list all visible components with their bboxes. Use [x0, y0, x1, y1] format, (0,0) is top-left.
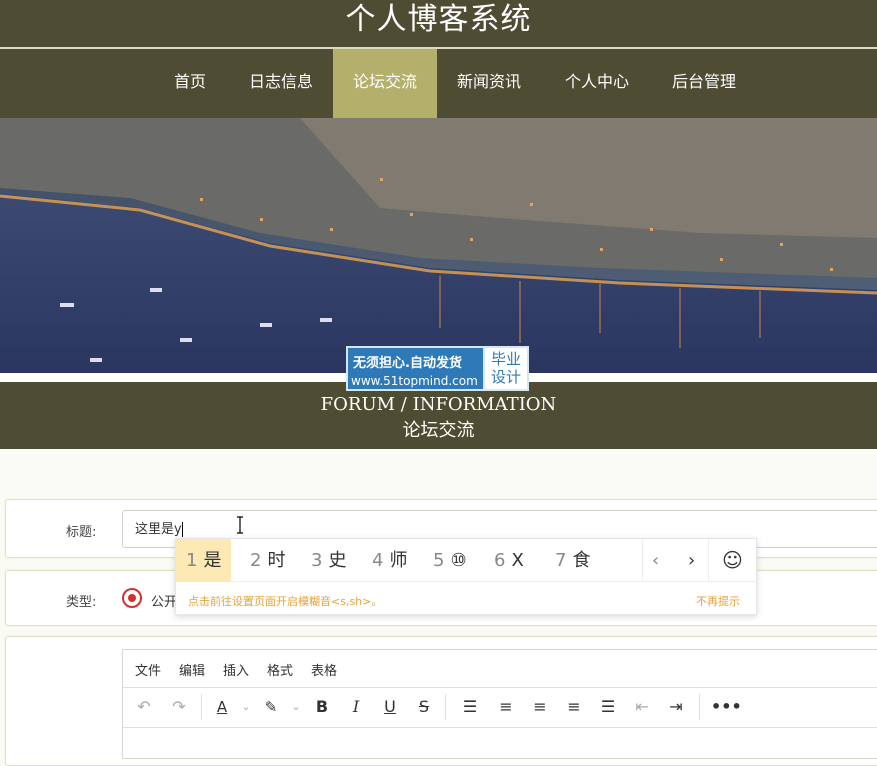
nav-item-logs[interactable]: 日志信息: [235, 49, 327, 118]
ime-candidate-4[interactable]: 4师: [372, 539, 407, 582]
editor-menubar: 文件 编辑 插入 格式 表格: [123, 650, 877, 688]
watermark-right-top: 毕业: [490, 350, 521, 368]
type-radio-public[interactable]: [122, 588, 142, 608]
nav-item-profile[interactable]: 个人中心: [551, 49, 643, 118]
rich-text-editor: 文件 编辑 插入 格式 表格 ↶ ↷ A ⌄ ✎ ⌄ B I U S ☰ ≡ ≡…: [122, 649, 877, 759]
editor-toolbar: ↶ ↷ A ⌄ ✎ ⌄ B I U S ☰ ≡ ≡ ≡ ☰ ⇤ ⇥ •••: [123, 688, 877, 728]
align-left-icon[interactable]: ≡: [495, 696, 517, 718]
watermark-right-bottom: 设计: [490, 368, 521, 386]
site-title: 个人博客系统: [345, 2, 532, 37]
nav-item-admin[interactable]: 后台管理: [658, 49, 750, 118]
highlight-color-icon[interactable]: ✎: [260, 696, 282, 718]
menu-file[interactable]: 文件: [135, 660, 161, 679]
ime-candidate-3[interactable]: 3史: [311, 539, 346, 582]
title-label: 标题:: [66, 525, 97, 540]
site-header: 个人博客系统: [0, 0, 877, 48]
section-title-en: FORUM / INFORMATION: [320, 394, 557, 415]
nav-item-home[interactable]: 首页: [152, 49, 228, 118]
ime-dismiss-link[interactable]: 不再提示: [696, 593, 740, 609]
font-color-icon[interactable]: A: [211, 696, 233, 718]
more-icon[interactable]: •••: [711, 696, 742, 718]
watermark-badge: 无须担心.自动发货 www.51topmind.com 毕业 设计: [346, 346, 529, 391]
align-center-icon[interactable]: ≡: [529, 696, 551, 718]
chevron-down-icon[interactable]: ⌄: [285, 696, 307, 718]
nav-item-forum[interactable]: 论坛交流: [333, 49, 437, 118]
text-caret: [181, 522, 183, 537]
menu-insert[interactable]: 插入: [223, 660, 249, 679]
watermark-url: www.51topmind.com: [351, 374, 478, 388]
ime-candidate-popup: 1是 2时 3史 4师 5⑩ 6X 7食 ‹ › ☺ 点击前往设置页面开启模糊音…: [175, 538, 758, 615]
ime-candidate-7[interactable]: 7食: [555, 539, 590, 582]
harbor-night-image: [0, 118, 877, 373]
ime-candidate-2[interactable]: 2时: [250, 539, 285, 582]
ime-next-icon[interactable]: ›: [688, 539, 695, 582]
bold-icon[interactable]: B: [311, 696, 333, 718]
main-nav: 首页 日志信息 论坛交流 新闻资讯 个人中心 后台管理: [0, 49, 877, 118]
menu-edit[interactable]: 编辑: [179, 660, 205, 679]
indent-icon[interactable]: ⇥: [665, 696, 687, 718]
line-height-icon[interactable]: ☰: [459, 696, 481, 718]
ime-hint-link[interactable]: 点击前往设置页面开启模糊音<s,sh>。: [188, 593, 382, 609]
nav-item-news[interactable]: 新闻资讯: [443, 49, 535, 118]
italic-icon[interactable]: I: [345, 696, 367, 718]
type-label: 类型:: [66, 595, 97, 610]
ibeam-cursor-icon: [237, 516, 243, 534]
title-input-value: 这里是y: [135, 522, 182, 537]
align-right-icon[interactable]: ≡: [563, 696, 585, 718]
ime-candidate-6[interactable]: 6X: [494, 539, 524, 582]
ime-prev-icon[interactable]: ‹: [652, 539, 659, 582]
emoji-icon[interactable]: ☺: [722, 539, 743, 582]
redo-icon[interactable]: ↷: [168, 696, 190, 718]
type-radio-label: 公开: [151, 595, 178, 610]
ime-candidate-1[interactable]: 1是: [176, 539, 232, 582]
align-justify-icon[interactable]: ☰: [597, 696, 619, 718]
banner-image: [0, 118, 877, 373]
chevron-down-icon[interactable]: ⌄: [235, 696, 257, 718]
strikethrough-icon[interactable]: S: [413, 696, 435, 718]
section-title-cn: 论坛交流: [402, 420, 475, 441]
ime-candidate-5[interactable]: 5⑩: [433, 539, 467, 582]
underline-icon[interactable]: U: [379, 696, 401, 718]
outdent-icon[interactable]: ⇤: [631, 696, 653, 718]
ime-candidate-row: 1是 2时 3史 4师 5⑩ 6X 7食 ‹ › ☺: [176, 539, 758, 582]
menu-table[interactable]: 表格: [311, 660, 337, 679]
section-header: FORUM / INFORMATION 论坛交流: [0, 382, 877, 449]
menu-format[interactable]: 格式: [267, 660, 293, 679]
content-row: 文件 编辑 插入 格式 表格 ↶ ↷ A ⌄ ✎ ⌄ B I U S ☰ ≡ ≡…: [5, 636, 877, 766]
watermark-line1: 无须担心.自动发货: [353, 356, 462, 371]
undo-icon[interactable]: ↶: [133, 696, 155, 718]
